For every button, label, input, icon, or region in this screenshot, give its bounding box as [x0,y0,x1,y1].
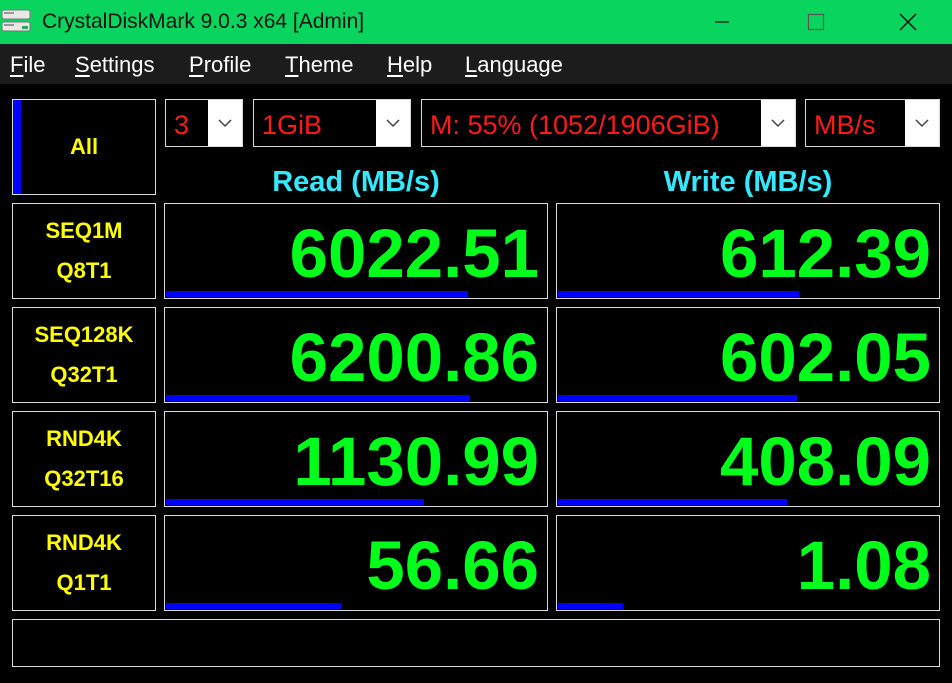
test-params: Q8T1 [56,258,112,283]
menu-help-accel: H [387,52,403,77]
write-meter-bar [558,395,797,401]
chevron-down-icon [208,100,242,146]
write-value: 602.05 [719,319,931,396]
test-count-value: 3 [174,110,190,140]
read-value: 6200.86 [289,319,539,396]
test-button-rnd4k-q32t16[interactable]: RND4K Q32T16 [12,411,156,507]
write-meter-bar [558,291,799,297]
read-result-seq1m-q8t1: 6022.51 [164,203,548,299]
read-value: 56.66 [366,527,539,604]
menu-settings[interactable]: Settings [75,44,155,84]
test-name: SEQ128K [34,322,134,347]
chevron-down-icon [376,100,410,146]
menu-theme-accel: T [285,52,299,77]
read-meter-bar [166,603,341,609]
test-name: RND4K [46,530,122,555]
test-params: Q1T1 [56,570,112,595]
read-result-rnd4k-q1t1: 56.66 [164,515,548,611]
read-meter-bar [166,395,470,401]
test-size-value: 1GiB [262,110,323,140]
test-button-rnd4k-q1t1[interactable]: RND4K Q1T1 [12,515,156,611]
menu-file-label: ile [23,52,46,77]
menu-language-accel: L [465,52,478,77]
read-value: 1130.99 [293,423,539,500]
write-meter-bar [558,499,787,505]
write-result-seq1m-q8t1: 612.39 [556,203,940,299]
run-all-button[interactable]: All [12,99,156,195]
test-button-seq1m-q8t1[interactable]: SEQ1M Q8T1 [12,203,156,299]
menu-language[interactable]: Language [465,44,563,84]
menu-bar: File Settings Profile Theme Help Languag… [0,44,952,84]
test-name: RND4K [46,426,122,451]
minimize-icon [715,21,729,23]
menu-language-label: anguage [477,52,563,77]
menu-theme-label: heme [298,52,354,77]
menu-theme[interactable]: Theme [285,44,354,84]
write-result-rnd4k-q32t16: 408.09 [556,411,940,507]
benchmark-panel: All 3 1GiB M: 55% (1052/1906GiB) MB/s Re… [0,84,952,683]
read-meter-bar [166,499,424,505]
write-meter-bar [558,603,623,609]
test-button-seq128k-q32t1[interactable]: SEQ128K Q32T1 [12,307,156,403]
close-button[interactable] [862,0,952,44]
test-params: Q32T16 [44,466,124,491]
chevron-down-icon [905,100,939,146]
write-column-header: Write (MB/s) [663,166,833,198]
menu-settings-accel: S [75,52,90,77]
maximize-button[interactable] [770,0,862,44]
chevron-down-icon [761,100,795,146]
test-count-select[interactable]: 3 [165,99,243,147]
write-value: 1.08 [796,527,931,604]
unit-value: MB/s [814,110,876,140]
menu-help-label: elp [402,52,433,77]
app-disk-icon [0,7,32,35]
menu-profile-label: rofile [203,52,252,77]
read-column-header: Read (MB/s) [272,166,440,198]
run-all-label: All [69,134,99,159]
write-value: 612.39 [719,215,931,292]
menu-file-accel: F [10,52,24,77]
read-meter-bar [166,291,468,297]
read-result-seq128k-q32t1: 6200.86 [164,307,548,403]
title-bar: CrystalDiskMark 9.0.3 x64 [Admin] [0,0,952,44]
test-name: SEQ1M [45,218,123,243]
menu-settings-label: ettings [89,52,155,77]
menu-profile[interactable]: Profile [189,44,251,84]
menu-profile-accel: P [189,52,204,77]
test-params: Q32T1 [50,362,118,387]
window-title: CrystalDiskMark 9.0.3 x64 [Admin] [42,10,365,33]
menu-file[interactable]: File [10,44,45,84]
read-result-rnd4k-q32t16: 1130.99 [164,411,548,507]
close-icon [899,13,917,31]
write-value: 408.09 [719,423,931,500]
drive-select[interactable]: M: 55% (1052/1906GiB) [421,99,796,147]
unit-select[interactable]: MB/s [805,99,940,147]
write-result-seq128k-q32t1: 602.05 [556,307,940,403]
test-size-select[interactable]: 1GiB [253,99,411,147]
write-result-rnd4k-q1t1: 1.08 [556,515,940,611]
minimize-button[interactable] [676,0,768,44]
read-value: 6022.51 [289,215,539,292]
comment-field[interactable] [12,619,940,667]
drive-value: M: 55% (1052/1906GiB) [430,110,720,140]
maximize-icon [807,13,825,31]
menu-help[interactable]: Help [387,44,432,84]
